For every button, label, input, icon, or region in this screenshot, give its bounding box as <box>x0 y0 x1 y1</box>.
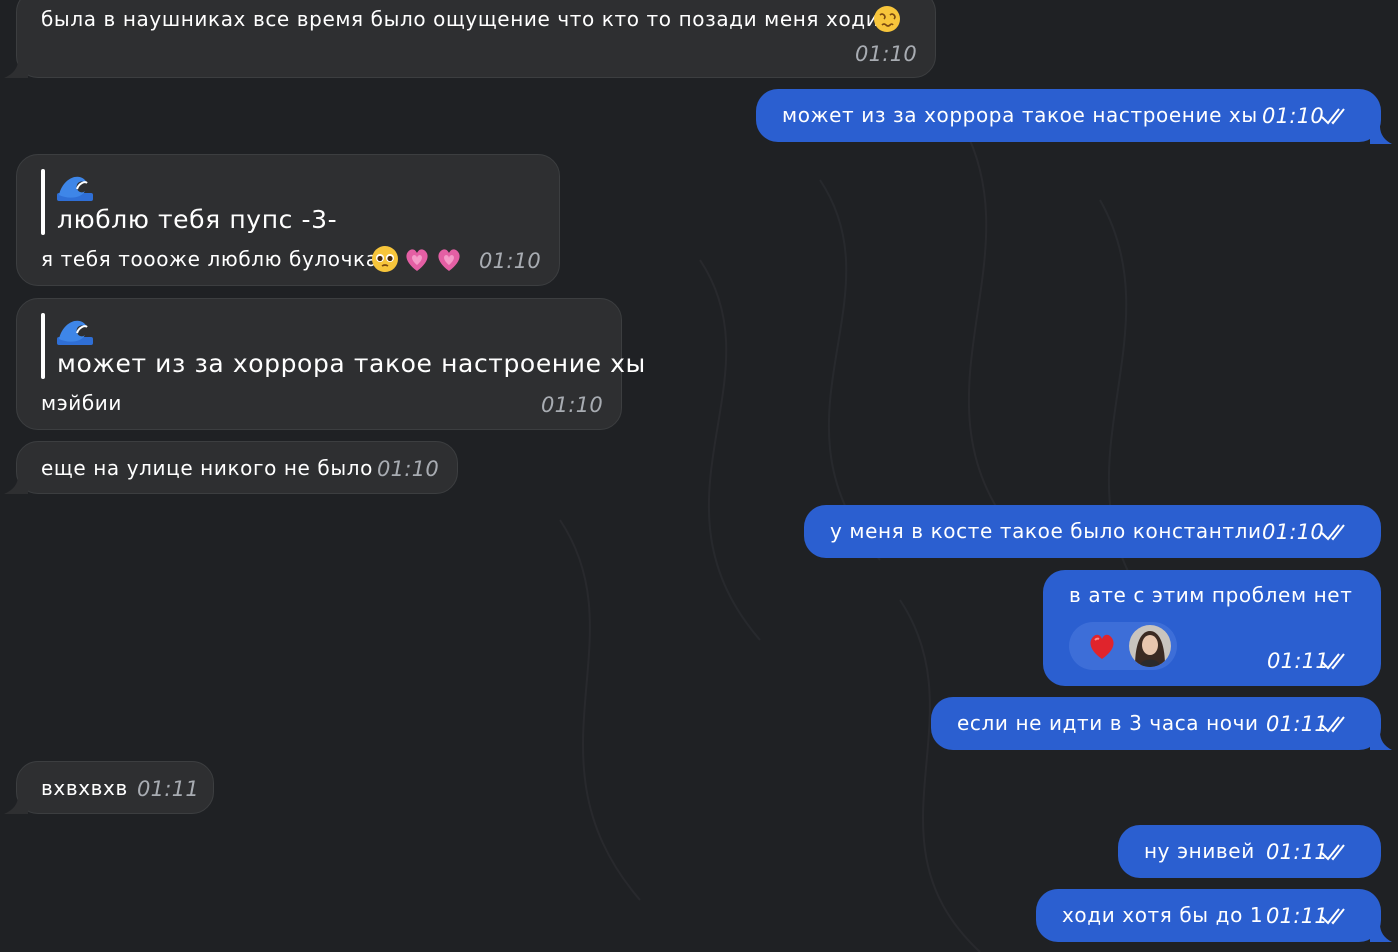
read-receipt-icon <box>1321 908 1345 925</box>
message-bubble-incoming[interactable]: вхвхвхв 01:11 <box>16 761 214 814</box>
message-text: ну энивей <box>1144 839 1255 863</box>
message-text: я тебя тоооже люблю булочка <box>41 247 379 271</box>
message-text: была в наушниках все время было ощущение… <box>41 7 892 31</box>
message-time: 01:10 <box>377 457 440 481</box>
message-bubble-incoming[interactable]: еще на улице никого не было 01:10 <box>16 441 458 494</box>
growing-heart-emoji <box>435 245 463 277</box>
read-receipt-icon <box>1321 716 1345 733</box>
quoted-text: люблю тебя пупс -3- <box>57 205 338 234</box>
read-receipt-icon <box>1321 524 1345 541</box>
message-time: 01:10 <box>479 249 542 273</box>
message-time: 01:11 <box>1267 649 1330 673</box>
message-text: мэйбии <box>41 391 122 415</box>
bubble-tail-incoming <box>4 796 28 814</box>
pleading-face-emoji <box>371 245 399 277</box>
message-text: если не идти в 3 часа ночи <box>957 711 1259 735</box>
message-time: 01:10 <box>1262 104 1325 128</box>
message-text: еще на улице никого не было <box>41 456 373 480</box>
dizzy-face-emoji <box>873 5 901 37</box>
quoted-message[interactable]: может из за хоррора такое настроение хы <box>41 313 645 379</box>
message-bubble-outgoing[interactable]: ну энивей 01:11 <box>1118 825 1381 878</box>
message-text: вхвхвхв <box>41 776 128 800</box>
wave-emoji <box>57 320 93 345</box>
message-bubble-incoming[interactable]: люблю тебя пупс -3- я тебя тоооже люблю … <box>16 154 560 286</box>
message-text: ходи хотя бы до 1 <box>1062 903 1264 927</box>
message-time: 01:11 <box>137 777 200 801</box>
message-bubble-incoming[interactable]: была в наушниках все время было ощущение… <box>16 0 936 78</box>
message-time: 01:11 <box>1266 904 1329 928</box>
bubble-tail-outgoing <box>1370 924 1392 942</box>
quote-bar <box>41 169 45 235</box>
red-heart-emoji <box>1090 634 1114 659</box>
growing-heart-emoji <box>403 245 431 277</box>
message-bubble-outgoing[interactable]: в ате с этим проблем нет 01:11 <box>1043 570 1381 686</box>
message-time: 01:11 <box>1266 840 1329 864</box>
message-bubble-outgoing[interactable]: у меня в косте такое было константли 01:… <box>804 505 1381 558</box>
bubble-tail-outgoing <box>1370 732 1392 750</box>
read-receipt-icon <box>1321 844 1345 861</box>
message-text: может из за хоррора такое настроение хы <box>782 103 1258 127</box>
quote-bar <box>41 313 45 379</box>
message-bubble-outgoing[interactable]: если не идти в 3 часа ночи 01:11 <box>931 697 1381 750</box>
bubble-tail-incoming <box>4 476 28 494</box>
message-bubble-outgoing[interactable]: ходи хотя бы до 1 01:11 <box>1036 889 1381 942</box>
message-time: 01:11 <box>1266 712 1329 736</box>
bubble-tail-incoming <box>4 60 28 78</box>
message-time: 01:10 <box>541 393 604 417</box>
message-time: 01:10 <box>855 42 918 66</box>
message-text: в ате с этим проблем нет <box>1069 583 1353 607</box>
read-receipt-icon <box>1321 653 1345 670</box>
reactor-avatar <box>1129 625 1171 667</box>
wave-emoji <box>57 176 93 201</box>
message-bubble-outgoing[interactable]: может из за хоррора такое настроение хы … <box>756 89 1381 142</box>
bubble-tail-outgoing <box>1370 126 1392 144</box>
quoted-text: может из за хоррора такое настроение хы <box>57 349 646 378</box>
message-time: 01:10 <box>1262 520 1325 544</box>
message-bubble-incoming[interactable]: может из за хоррора такое настроение хы … <box>16 298 645 430</box>
quoted-message[interactable]: люблю тебя пупс -3- <box>41 169 341 235</box>
read-receipt-icon <box>1321 108 1345 125</box>
message-text: у меня в косте такое было константли <box>830 519 1262 543</box>
reaction-chip[interactable] <box>1069 622 1177 670</box>
